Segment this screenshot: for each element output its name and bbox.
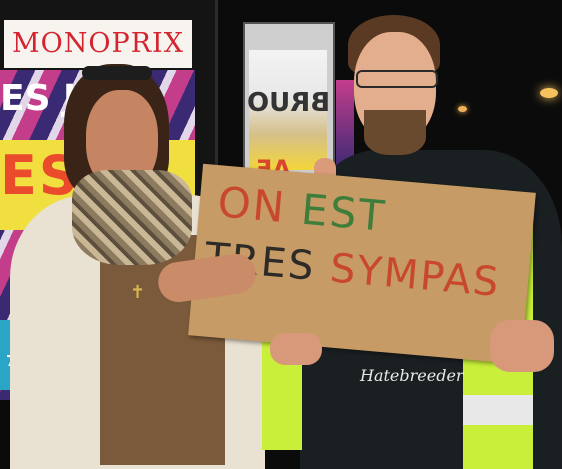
man-beard: [364, 110, 426, 155]
woman-scarf: [72, 170, 192, 265]
sign-word-on: ON: [215, 177, 289, 233]
cross-pendant-icon: ✝: [130, 282, 146, 303]
glasses-icon: [356, 70, 438, 88]
monoprix-logo-text: MONOPRIX: [12, 28, 184, 59]
street-light-small: [458, 106, 467, 112]
street-light: [540, 88, 558, 98]
poster-middle-mirrored-text: BRUO: [247, 88, 331, 118]
hi-vis-reflective-stripe: [463, 395, 533, 425]
sign-line-1: ON EST: [216, 177, 388, 241]
sign-word-est: EST: [299, 184, 389, 241]
tshirt-logo-text: Hatebreeder: [360, 366, 464, 385]
sign-word-sympas: SYMPAS: [328, 245, 503, 307]
photo-scene: ES J ESTI 7 A MONOPRIX BRUO AE ✝ Hatebre…: [0, 0, 562, 469]
man-right-hand: [490, 320, 554, 372]
man-left-hand: [270, 333, 322, 365]
sunglasses-icon: [82, 66, 152, 80]
